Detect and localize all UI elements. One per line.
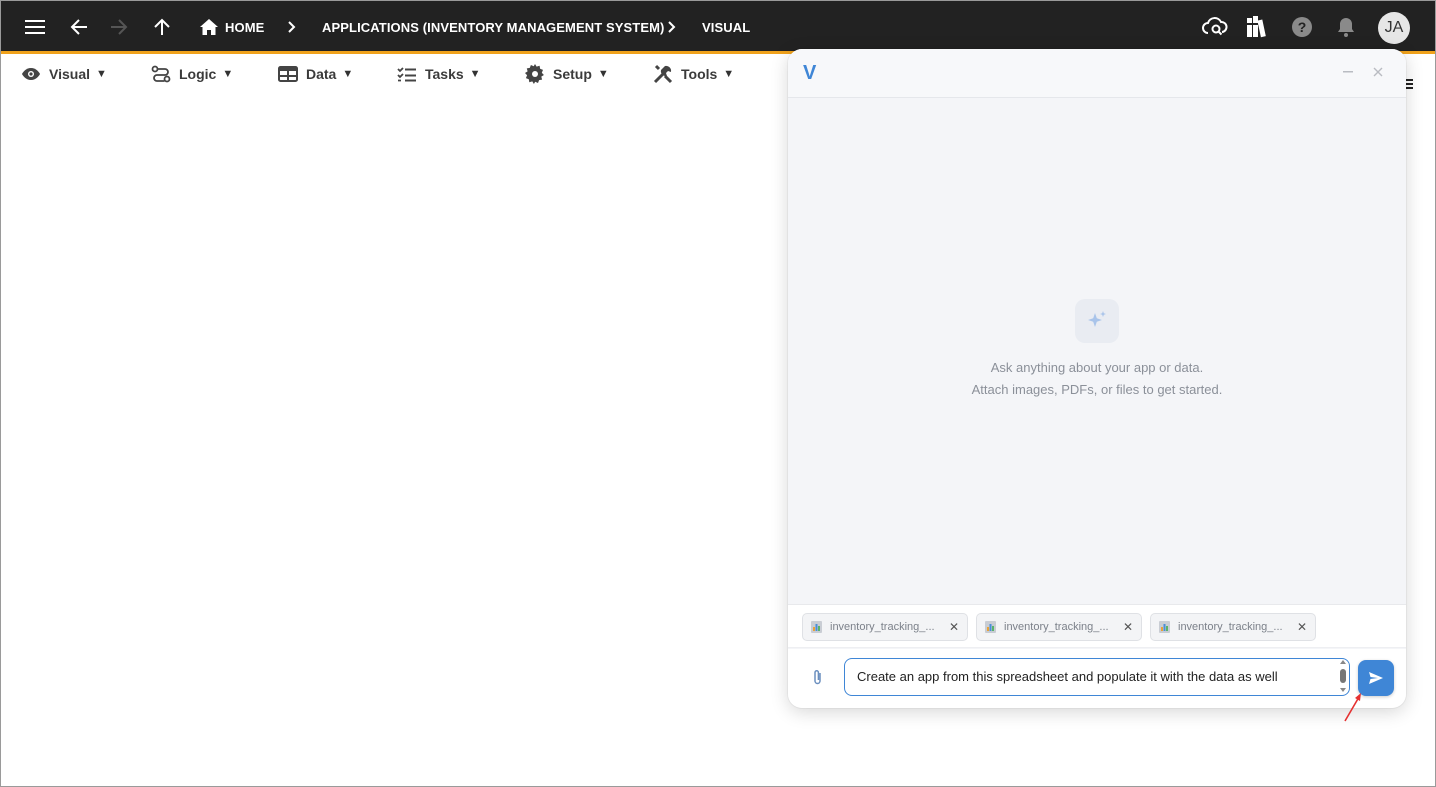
chevron-right-icon [664,18,680,36]
spreadsheet-file-icon [1159,621,1170,633]
avatar[interactable]: JA [1378,12,1410,44]
menu-data[interactable]: Data ▼ [278,63,353,85]
caret-down-icon: ▼ [342,68,354,80]
paperclip-icon[interactable] [810,669,826,687]
checklist-icon [397,67,416,82]
empty-state-line-2: Attach images, PDFs, or files to get sta… [971,382,1223,397]
menu-logic-label: Logic [179,66,217,82]
attachment-filename: inventory_tracking_... [830,621,935,633]
empty-state: Ask anything about your app or data. Att… [788,299,1406,401]
menu-tools-label: Tools [681,66,718,82]
eye-icon [22,68,40,80]
annotation-arrow-icon [1341,689,1365,725]
menu-bar: Visual ▼ Logic ▼ Data ▼ Tasks ▼ Setup ▼ … [1,57,791,91]
up-arrow-icon[interactable] [147,12,177,42]
svg-text:?: ? [1298,19,1307,35]
logic-icon [151,65,171,83]
attachment-filename: inventory_tracking_... [1178,621,1283,633]
hamburger-menu-icon[interactable] [20,12,50,42]
attachment-chip[interactable]: inventory_tracking_... ✕ [976,613,1142,641]
menu-tools[interactable]: Tools ▼ [653,63,734,85]
chat-input[interactable]: Create an app from this spreadsheet and … [844,658,1350,696]
remove-attachment-icon[interactable]: ✕ [1123,620,1133,634]
breadcrumb-visual[interactable]: VISUAL [702,20,750,35]
chevron-right-icon [284,18,300,36]
spreadsheet-file-icon [985,621,996,633]
cloud-search-icon[interactable] [1200,12,1230,42]
table-icon [278,66,298,82]
menu-setup[interactable]: Setup ▼ [525,63,609,85]
library-icon[interactable] [1243,12,1273,42]
top-bar: HOME APPLICATIONS (INVENTORY MANAGEMENT … [1,1,1435,54]
home-icon[interactable] [194,12,224,42]
sparkle-icon [1075,299,1119,343]
close-icon[interactable] [1369,63,1387,81]
assistant-logo: V [803,62,817,84]
minimize-icon[interactable] [1339,63,1357,81]
menu-logic[interactable]: Logic ▼ [151,63,233,85]
attachment-chip[interactable]: inventory_tracking_... ✕ [1150,613,1316,641]
empty-state-line-1: Ask anything about your app or data. [990,360,1204,375]
menu-visual-label: Visual [49,66,90,82]
attachment-chip[interactable]: inventory_tracking_... ✕ [802,613,968,641]
forward-arrow-icon[interactable] [104,12,134,42]
caret-down-icon: ▼ [723,68,735,80]
spreadsheet-file-icon [811,621,822,633]
caret-down-icon: ▼ [469,68,481,80]
send-icon [1369,672,1383,684]
help-icon[interactable]: ? [1287,12,1317,42]
assistant-chat-panel: V Ask anything about your app or data. A… [788,49,1406,708]
remove-attachment-icon[interactable]: ✕ [949,620,959,634]
back-arrow-icon[interactable] [64,12,94,42]
attachment-list: inventory_tracking_... ✕ inventory_track… [788,604,1406,648]
caret-down-icon: ▼ [597,68,609,80]
breadcrumb-home[interactable]: HOME [225,20,264,35]
menu-tasks-label: Tasks [425,66,464,82]
bell-icon[interactable] [1331,12,1361,42]
caret-down-icon: ▼ [96,68,107,80]
menu-visual[interactable]: Visual ▼ [21,63,107,85]
menu-setup-label: Setup [553,66,592,82]
chat-composer: Create an app from this spreadsheet and … [788,649,1406,708]
remove-attachment-icon[interactable]: ✕ [1297,620,1307,634]
breadcrumb-applications[interactable]: APPLICATIONS (INVENTORY MANAGEMENT SYSTE… [322,20,664,35]
menu-tasks[interactable]: Tasks ▼ [397,63,481,85]
overflow-menu-icon[interactable] [1405,79,1413,89]
menu-data-label: Data [306,66,337,82]
gear-icon [525,64,544,84]
caret-down-icon: ▼ [222,68,234,80]
tools-icon [653,64,673,84]
attachment-filename: inventory_tracking_... [1004,621,1109,633]
chat-header: V [788,49,1406,98]
